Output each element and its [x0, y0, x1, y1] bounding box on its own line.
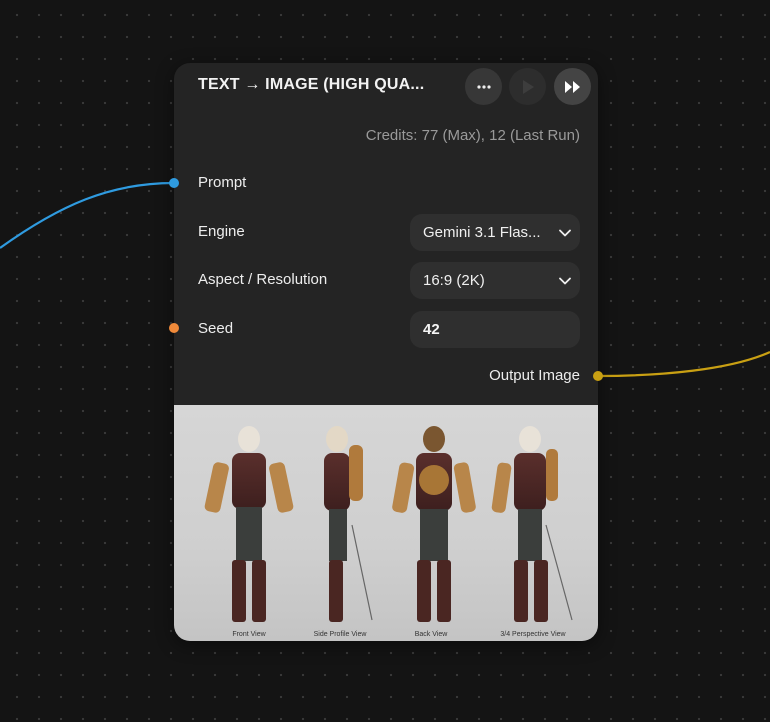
play-icon	[522, 79, 534, 94]
chevron-down-icon	[550, 277, 580, 285]
aspect-value: 16:9 (2K)	[423, 272, 485, 289]
figure-three-quarter	[491, 426, 573, 622]
engine-value: Gemini 3.1 Flas...	[423, 224, 541, 241]
view-label-back: Back View	[414, 631, 448, 638]
engine-select[interactable]: Gemini 3.1 Flas...	[410, 214, 580, 251]
view-label-perspective: 3/4 Perspective View	[500, 631, 566, 638]
output-image-preview[interactable]: Front View Side Profile View Back View 3…	[174, 405, 598, 641]
more-options-button[interactable]	[465, 68, 502, 105]
figure-front	[204, 426, 294, 622]
seed-input[interactable]: 42	[410, 311, 580, 348]
prompt-wire[interactable]	[0, 181, 175, 249]
chevron-down-icon	[550, 229, 580, 237]
seed-input-port[interactable]	[169, 323, 179, 333]
prompt-input-port[interactable]	[169, 178, 179, 188]
seed-label: Seed	[198, 320, 234, 337]
text-to-image-node[interactable]: TEXT → IMAGE (HIGH QUA... Credits: 77 (M…	[174, 63, 598, 641]
output-wire[interactable]	[597, 350, 770, 378]
fast-forward-icon	[564, 80, 580, 93]
engine-label: Engine	[198, 223, 245, 240]
aspect-label: Aspect / Resolution	[198, 271, 328, 288]
run-all-button[interactable]	[554, 68, 591, 105]
output-image-label: Output Image	[489, 367, 580, 384]
more-horizontal-icon	[476, 84, 491, 89]
aspect-select[interactable]: 16:9 (2K)	[410, 262, 580, 299]
prompt-label: Prompt	[198, 174, 247, 191]
run-button[interactable]	[509, 68, 546, 105]
output-image-port[interactable]	[593, 371, 603, 381]
character-turnaround-image	[204, 426, 573, 622]
view-label-side: Side Profile View	[313, 631, 367, 638]
node-title: TEXT → IMAGE (HIGH QUA...	[198, 76, 425, 93]
figure-back	[392, 426, 476, 622]
figure-side	[324, 426, 373, 622]
credits-text: Credits: 77 (Max), 12 (Last Run)	[365, 127, 580, 144]
view-label-front: Front View	[232, 631, 266, 638]
